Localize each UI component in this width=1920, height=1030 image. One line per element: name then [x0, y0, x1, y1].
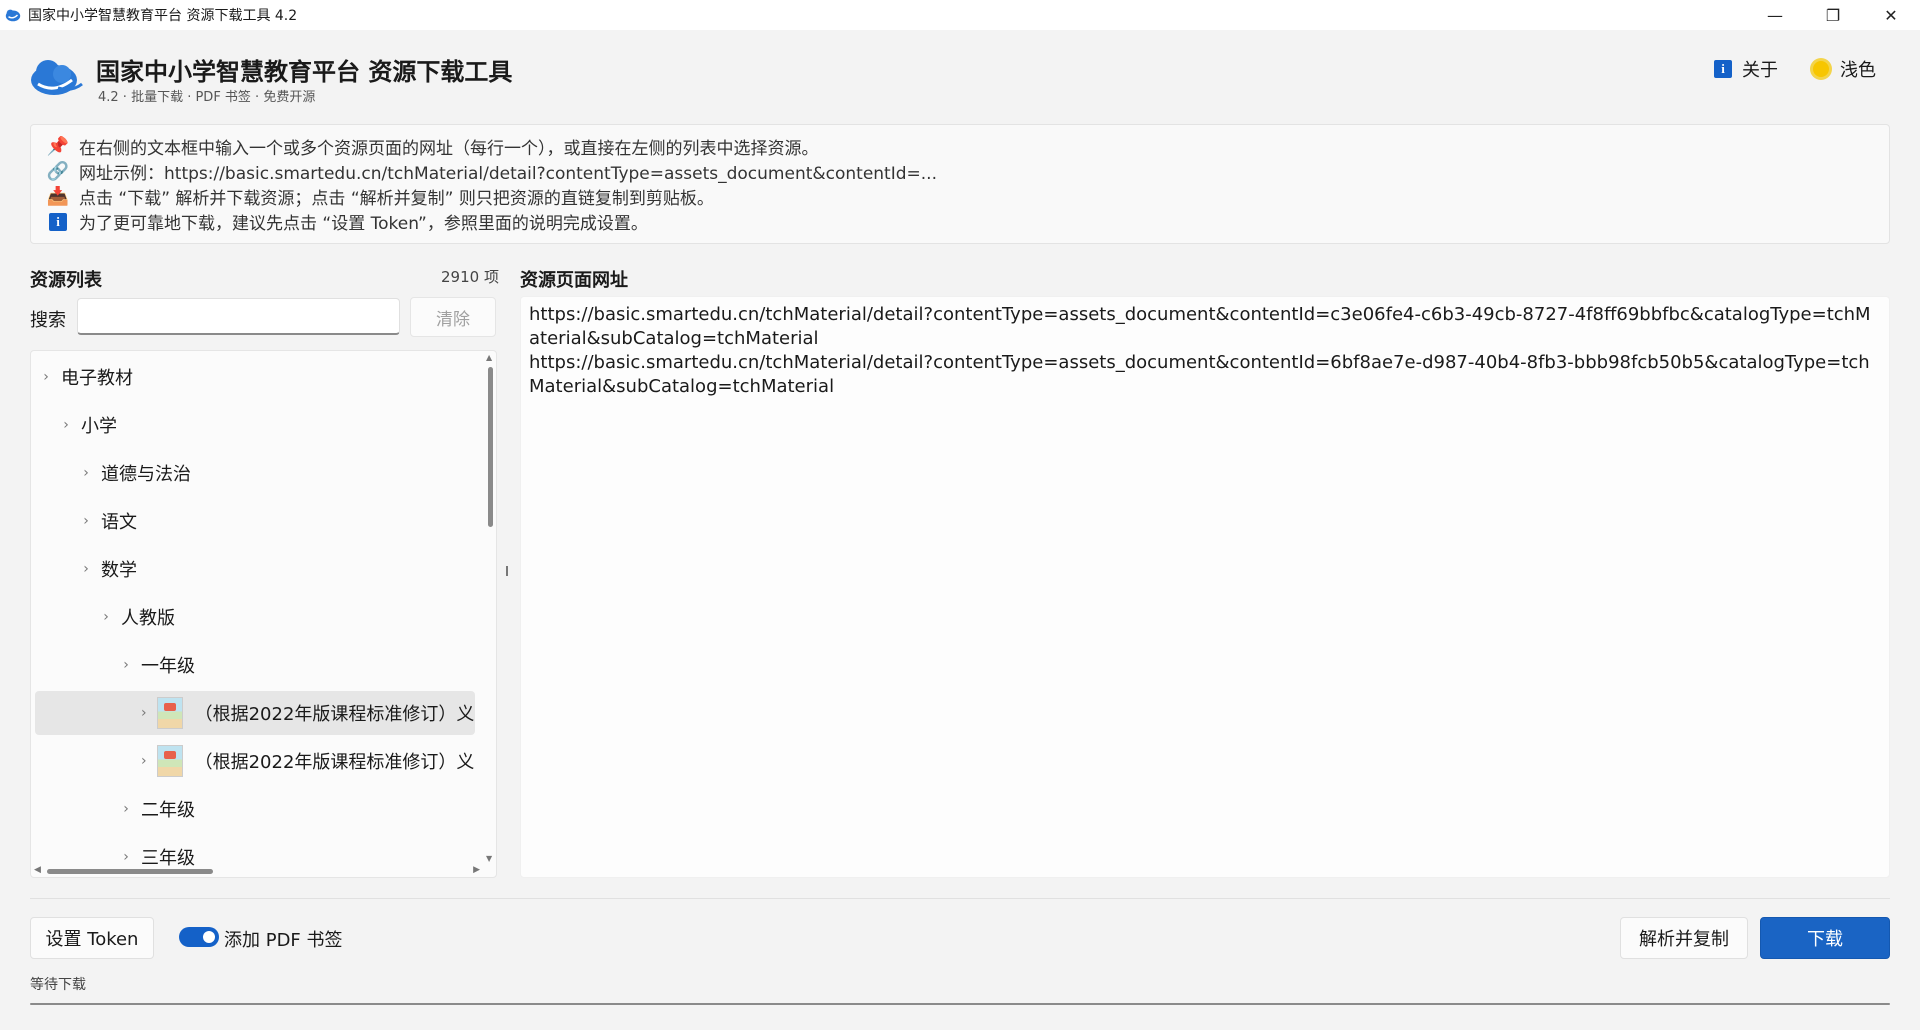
book-cover-thumbnail [156, 697, 183, 729]
tree-item-label: 语文 [101, 512, 137, 533]
chevron-right-icon[interactable]: › [121, 849, 131, 865]
scroll-left-icon[interactable]: ◀ [34, 865, 41, 875]
tree-item-label: 一年级 [141, 656, 195, 677]
theme-label: 浅色 [1840, 60, 1876, 81]
download-button[interactable]: 下载 [1760, 917, 1890, 959]
tree-item-label: （根据2022年版课程标准修订）义务教育教科书·数学一年级上册 [194, 704, 475, 725]
chevron-right-icon[interactable]: › [81, 513, 91, 529]
status-text: 等待下载 [30, 977, 86, 993]
app-logo-icon [31, 60, 83, 95]
info-line: 🔗 网址示例：https://basic.smartedu.cn/tchMate… [47, 159, 1873, 184]
chevron-right-icon[interactable]: › [101, 609, 111, 625]
app-header: 国家中小学智慧教育平台 资源下载工具 4.2 · 批量下载 · PDF 书签 ·… [28, 46, 1892, 110]
url-line: https://basic.smartedu.cn/tchMaterial/de… [529, 304, 1871, 349]
tree-item[interactable]: › 一年级 [35, 643, 475, 687]
info-text: 网址示例：https://basic.smartedu.cn/tchMateri… [79, 164, 937, 184]
set-token-button[interactable]: 设置 Token [30, 917, 154, 959]
tree-item[interactable]: › 小学 [35, 403, 475, 447]
parse-copy-button[interactable]: 解析并复制 [1620, 917, 1748, 959]
chevron-right-icon[interactable]: › [141, 753, 147, 769]
tree-item-label: 道德与法治 [101, 464, 191, 485]
about-label: 关于 [1742, 60, 1778, 81]
panel-splitter[interactable] [506, 566, 508, 576]
pdf-bookmark-toggle[interactable] [179, 927, 219, 947]
window-title: 国家中小学智慧教育平台 资源下载工具 4.2 [28, 8, 298, 24]
tree-item-label: 数学 [101, 560, 137, 581]
search-label: 搜索 [30, 310, 66, 331]
pdf-bookmark-label: 添加 PDF 书签 [224, 930, 343, 951]
info-line: 📥 点击 “下载” 解析并下载资源；点击 “解析并复制” 则只把资源的直链复制到… [47, 184, 1873, 209]
sun-icon [1812, 60, 1830, 78]
resource-list-title: 资源列表 [30, 270, 102, 291]
scroll-down-icon[interactable]: ▼ [486, 854, 492, 863]
chevron-right-icon[interactable]: › [121, 801, 131, 817]
scroll-up-icon[interactable]: ▲ [486, 353, 492, 362]
pushpin-icon: 📌 [46, 136, 70, 157]
scrollbar-thumb[interactable] [488, 367, 493, 527]
tree-item[interactable]: › 电子教材 [35, 355, 475, 399]
url-textbox[interactable]: https://basic.smartedu.cn/tchMaterial/de… [520, 296, 1890, 878]
link-icon: 🔗 [46, 161, 70, 182]
instructions-box: 📌 在右侧的文本框中输入一个或多个资源页面的网址（每行一个），或直接在左侧的列表… [30, 124, 1890, 244]
tree-item-label: （根据2022年版课程标准修订）义务教育教科书·数学一年级下册 [194, 752, 475, 773]
toggle-knob [203, 931, 215, 943]
clear-button[interactable]: 清除 [410, 297, 496, 337]
chevron-right-icon[interactable]: › [61, 417, 71, 433]
info-icon: i [47, 211, 69, 233]
info-text: 在右侧的文本框中输入一个或多个资源页面的网址（每行一个），或直接在左侧的列表中选… [79, 139, 819, 159]
inbox-tray-icon: 📥 [46, 186, 70, 207]
window-controls: — ❐ ✕ [1746, 0, 1920, 30]
progress-bar [30, 1003, 1890, 1005]
info-text: 点击 “下载” 解析并下载资源；点击 “解析并复制” 则只把资源的直链复制到剪贴… [79, 189, 714, 209]
tree-item[interactable]: › 人教版 [35, 595, 475, 639]
horizontal-scrollbar[interactable]: ◀ ▶ [31, 865, 496, 877]
window-titlebar: 国家中小学智慧教育平台 资源下载工具 4.2 — ❐ ✕ [0, 0, 1920, 30]
search-input[interactable] [77, 298, 400, 335]
tree-item[interactable]: › 语文 [35, 499, 475, 543]
info-line: 📌 在右侧的文本框中输入一个或多个资源页面的网址（每行一个），或直接在左侧的列表… [47, 134, 1873, 159]
vertical-scrollbar[interactable]: ▲ ▼ [484, 351, 496, 877]
info-icon: i [1714, 60, 1732, 78]
app-name: 国家中小学智慧教育平台 资源下载工具 [96, 58, 513, 86]
tree-item[interactable]: › 二年级 [35, 787, 475, 831]
tree-item-label: 小学 [81, 416, 117, 437]
resource-count: 2910 项 [441, 268, 499, 286]
url-line: https://basic.smartedu.cn/tchMaterial/de… [529, 352, 1870, 397]
chevron-right-icon[interactable]: › [141, 705, 147, 721]
chevron-right-icon[interactable]: › [81, 465, 91, 481]
chevron-right-icon[interactable]: › [121, 657, 131, 673]
tree-item[interactable]: › （根据2022年版课程标准修订）义务教育教科书·数学一年级下册 [35, 739, 475, 783]
tree-item-label: 人教版 [121, 608, 175, 629]
book-cover-thumbnail [156, 745, 183, 777]
tree-item-label: 二年级 [141, 800, 195, 821]
about-button[interactable]: i 关于 [1714, 56, 1778, 82]
scroll-right-icon[interactable]: ▶ [473, 865, 480, 875]
footer-divider [30, 898, 1890, 899]
app-subtitle: 4.2 · 批量下载 · PDF 书签 · 免费开源 [98, 90, 316, 105]
tree-item[interactable]: › （根据2022年版课程标准修订）义务教育教科书·数学一年级上册 [35, 691, 475, 735]
close-button[interactable]: ✕ [1862, 0, 1920, 30]
theme-button[interactable]: 浅色 [1812, 56, 1876, 82]
tree-item[interactable]: › 道德与法治 [35, 451, 475, 495]
minimize-button[interactable]: — [1746, 0, 1804, 30]
info-line: i 为了更可靠地下载，建议先点击 “设置 Token”，参照里面的说明完成设置。 [47, 209, 1873, 234]
scrollbar-thumb[interactable] [47, 869, 213, 874]
chevron-right-icon[interactable]: › [41, 369, 51, 385]
url-panel-title: 资源页面网址 [520, 270, 628, 291]
app-cloud-icon [5, 9, 21, 22]
tree-item[interactable]: › 数学 [35, 547, 475, 591]
resource-tree[interactable]: ›三年级›二年级›（根据2022年版课程标准修订）义务教育教科书·数学一年级下册… [30, 350, 497, 878]
maximize-button[interactable]: ❐ [1804, 0, 1862, 30]
info-text: 为了更可靠地下载，建议先点击 “设置 Token”，参照里面的说明完成设置。 [79, 214, 648, 234]
chevron-right-icon[interactable]: › [81, 561, 91, 577]
tree-item-label: 电子教材 [61, 368, 133, 389]
